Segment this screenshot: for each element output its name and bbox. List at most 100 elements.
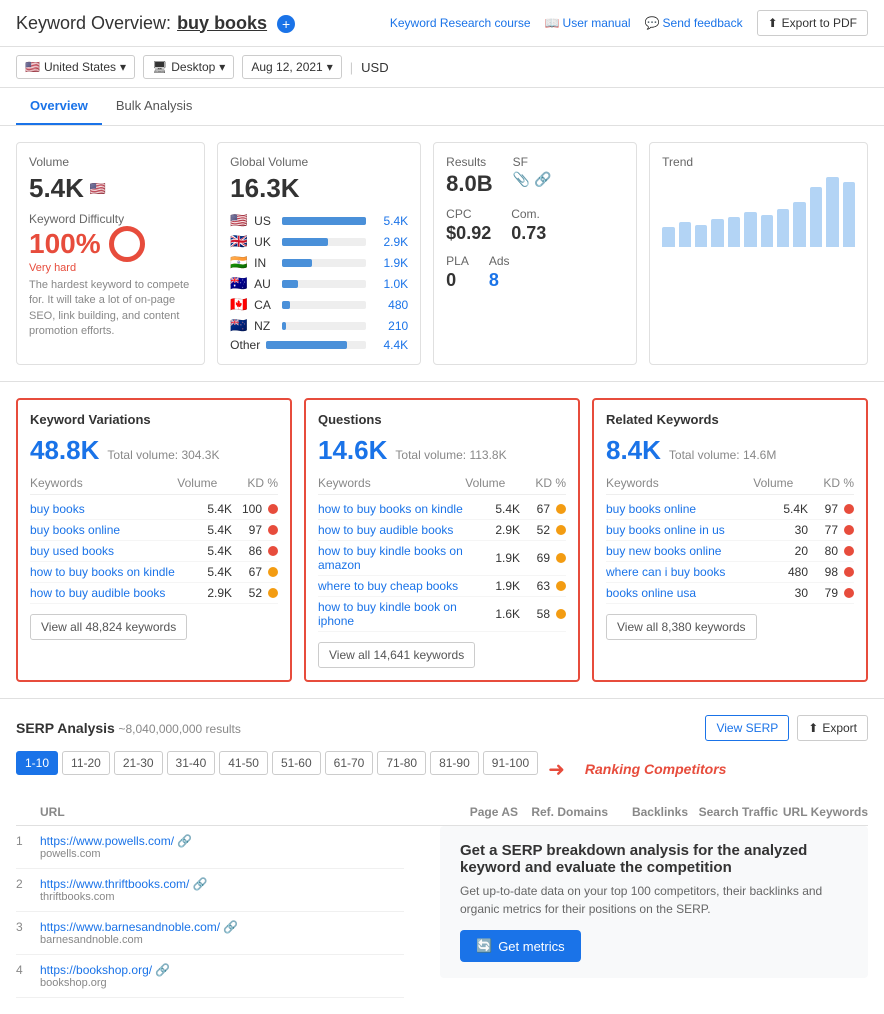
global-volume-value: 16.3K	[230, 173, 408, 204]
country-flag: 🇳🇿	[230, 317, 248, 334]
other-row: Other 4.4K	[230, 338, 408, 352]
kw-kd: 80	[808, 544, 838, 558]
kw-volume: 30	[763, 523, 808, 537]
serp-page-button[interactable]: 91-100	[483, 751, 538, 775]
kw-name[interactable]: how to buy kindle book on iphone	[318, 600, 475, 628]
date-filter[interactable]: Aug 12, 2021 ▾	[242, 55, 341, 79]
kd-sublabel: Very hard	[29, 262, 192, 274]
kw-name[interactable]: buy new books online	[606, 544, 763, 558]
view-serp-button[interactable]: View SERP	[705, 715, 789, 741]
trend-bar	[744, 212, 756, 247]
rk-count-row: 8.4K Total volume: 14.6M	[606, 435, 854, 466]
serp-page-button[interactable]: 21-30	[114, 751, 163, 775]
kw-name[interactable]: how to buy kindle books on amazon	[318, 544, 475, 572]
serp-url-link[interactable]: https://www.powells.com/ 🔗	[40, 834, 192, 848]
ranking-competitors-label-area: ➜ Ranking Competitors	[548, 757, 726, 782]
top-bar: Keyword Overview: buy books + Keyword Re…	[0, 0, 884, 47]
trend-bar	[679, 222, 691, 247]
tab-bulk-analysis[interactable]: Bulk Analysis	[102, 88, 207, 125]
related-keywords-section: Related Keywords 8.4K Total volume: 14.6…	[592, 398, 868, 682]
serp-page-button[interactable]: 51-60	[272, 751, 321, 775]
volume-value: 5.4K	[29, 173, 84, 204]
page-title-prefix: Keyword Overview:	[16, 13, 171, 34]
other-bar	[266, 341, 347, 349]
rk-view-all-button[interactable]: View all 8,380 keywords	[606, 614, 757, 640]
kw-name[interactable]: buy books	[30, 502, 187, 516]
kw-volume: 2.9K	[187, 586, 232, 600]
device-filter[interactable]: 🖥 Desktop ▾	[143, 55, 234, 79]
country-filter[interactable]: 🇺🇸 United States ▾	[16, 55, 135, 79]
kw-name[interactable]: books online usa	[606, 586, 763, 600]
kw-volume: 5.4K	[187, 544, 232, 558]
tab-overview[interactable]: Overview	[16, 88, 102, 125]
trend-bar	[843, 182, 855, 247]
pla-item: PLA 0	[446, 254, 469, 291]
country-code: NZ	[254, 319, 276, 333]
country-code: CA	[254, 298, 276, 312]
kw-name[interactable]: buy books online	[606, 502, 763, 516]
trend-bar	[728, 217, 740, 247]
pla-value: 0	[446, 270, 469, 291]
add-keyword-button[interactable]: +	[277, 15, 295, 33]
kw-name[interactable]: buy books online in us	[606, 523, 763, 537]
country-row: 🇬🇧 UK 2.9K	[230, 233, 408, 250]
serp-row-num: 4	[16, 963, 40, 977]
kv-view-all-button[interactable]: View all 48,824 keywords	[30, 614, 187, 640]
country-flag: 🇦🇺	[230, 275, 248, 292]
serp-url-link[interactable]: https://www.barnesandnoble.com/ 🔗	[40, 920, 238, 934]
serp-url-link[interactable]: https://bookshop.org/ 🔗	[40, 963, 170, 977]
table-row: how to buy audible books 2.9K 52	[30, 583, 278, 604]
country-bar-container	[282, 259, 366, 267]
user-manual-link[interactable]: 📖 User manual	[545, 16, 631, 30]
country-bar	[282, 238, 327, 246]
export-pdf-button[interactable]: ⬆ Export to PDF	[757, 10, 868, 36]
kd-dot	[556, 504, 566, 514]
serp-url-link[interactable]: https://www.thriftbooks.com/ 🔗	[40, 877, 208, 891]
country-code: US	[254, 214, 276, 228]
kw-volume: 20	[763, 544, 808, 558]
cta-desc: Get up-to-date data on your top 100 comp…	[460, 882, 848, 918]
serp-page-button[interactable]: 61-70	[325, 751, 374, 775]
main-tabs: Overview Bulk Analysis	[0, 88, 884, 126]
table-row: how to buy books on kindle 5.4K 67	[318, 499, 566, 520]
table-row: buy books online 5.4K 97	[30, 520, 278, 541]
serp-page-button[interactable]: 11-20	[62, 751, 110, 775]
kw-name[interactable]: buy used books	[30, 544, 187, 558]
serp-header: SERP Analysis ~8,040,000,000 results Vie…	[16, 715, 868, 741]
other-bar-container	[266, 341, 366, 349]
kw-name[interactable]: where can i buy books	[606, 565, 763, 579]
metrics-section: Volume 5.4K 🇺🇸 Keyword Difficulty 100% V…	[0, 126, 884, 382]
results-item: Results 8.0B	[446, 155, 492, 197]
serp-page-button[interactable]: 81-90	[430, 751, 479, 775]
country-row: 🇮🇳 IN 1.9K	[230, 254, 408, 271]
kw-name[interactable]: how to buy books on kindle	[30, 565, 187, 579]
kw-name[interactable]: how to buy audible books	[30, 586, 187, 600]
q-table: Keywords Volume KD % how to buy books on…	[318, 476, 566, 632]
q-view-all-button[interactable]: View all 14,641 keywords	[318, 642, 475, 668]
global-volume-card: Global Volume 16.3K 🇺🇸 US 5.4K 🇬🇧 UK 2.9…	[217, 142, 421, 365]
serp-title: SERP Analysis	[16, 720, 115, 736]
kd-dot	[556, 553, 566, 563]
get-metrics-button[interactable]: 🔄 Get metrics	[460, 930, 581, 962]
kw-volume: 480	[763, 565, 808, 579]
kw-name[interactable]: how to buy audible books	[318, 523, 475, 537]
kw-name[interactable]: how to buy books on kindle	[318, 502, 475, 516]
table-row: buy books online 5.4K 97	[606, 499, 854, 520]
serp-page-button[interactable]: 31-40	[167, 751, 216, 775]
other-value: 4.4K	[372, 338, 408, 352]
serp-page-button[interactable]: 41-50	[219, 751, 268, 775]
export-serp-button[interactable]: ⬆ Export	[797, 715, 868, 741]
send-feedback-link[interactable]: 💬 Send feedback	[645, 16, 743, 30]
serp-page-button[interactable]: 1-10	[16, 751, 58, 775]
serp-page-button[interactable]: 71-80	[377, 751, 426, 775]
serp-row-url: https://www.barnesandnoble.com/ 🔗 barnes…	[40, 920, 404, 946]
keyword-research-course-link[interactable]: Keyword Research course	[390, 16, 531, 30]
kw-kd: 98	[808, 565, 838, 579]
country-bar	[282, 259, 311, 267]
kw-name[interactable]: buy books online	[30, 523, 187, 537]
ranking-arrow: ➜	[548, 757, 565, 782]
q-rows: how to buy books on kindle 5.4K 67 how t…	[318, 499, 566, 632]
trend-chart	[662, 177, 855, 247]
serp-domain: bookshop.org	[40, 977, 404, 989]
kw-name[interactable]: where to buy cheap books	[318, 579, 475, 593]
